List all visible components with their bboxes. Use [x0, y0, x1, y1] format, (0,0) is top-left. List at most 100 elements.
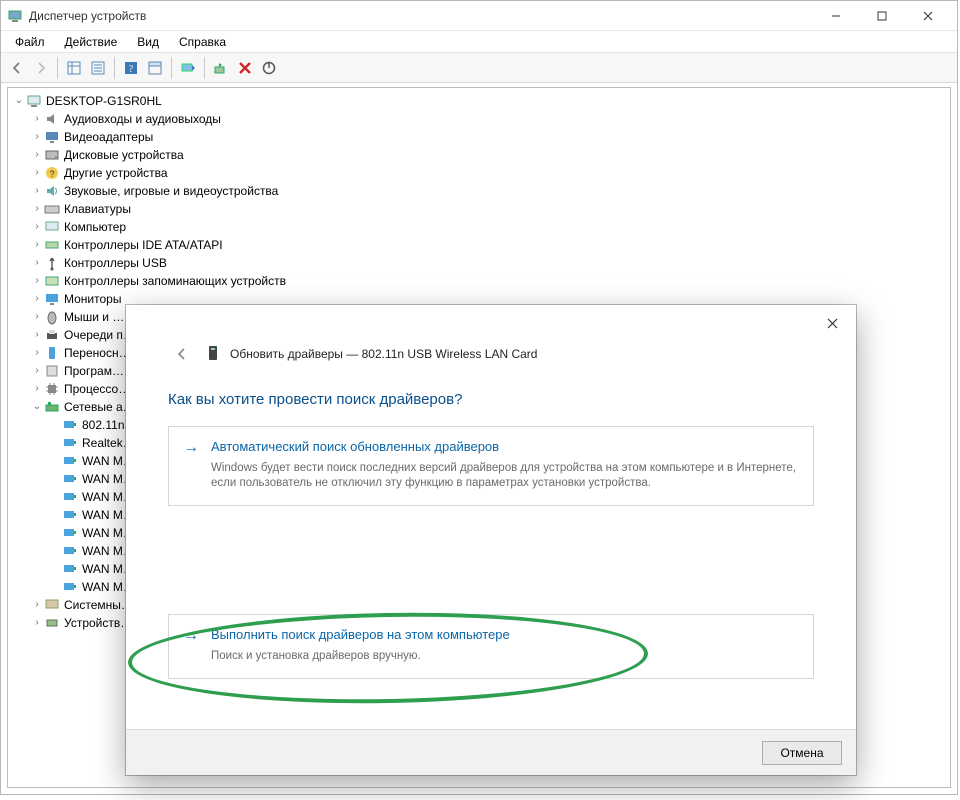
- netadapter-icon: [62, 435, 78, 451]
- netadapter-icon: [62, 489, 78, 505]
- netadapter-icon: [62, 507, 78, 523]
- tool-props-button[interactable]: [143, 56, 167, 80]
- pc-icon: [26, 93, 42, 109]
- tree-item-2[interactable]: › Дисковые устройства: [10, 146, 948, 164]
- node-label: Програм…: [64, 362, 124, 380]
- chevron-icon[interactable]: ›: [30, 308, 44, 326]
- unknown-icon: ?: [44, 165, 60, 181]
- device-icon: [206, 345, 220, 363]
- dialog-close-button[interactable]: [816, 309, 848, 337]
- tool-update-driver-button[interactable]: [209, 56, 233, 80]
- cancel-button[interactable]: Отмена: [762, 741, 842, 765]
- computer-icon: [44, 219, 60, 235]
- storage-icon: [44, 273, 60, 289]
- dialog-title: Обновить драйверы — 802.11n USB Wireless…: [230, 347, 537, 361]
- minimize-button[interactable]: [813, 1, 859, 30]
- chevron-icon[interactable]: ›: [30, 380, 44, 398]
- tree-root[interactable]: ⌄ DESKTOP-G1SR0HL: [10, 92, 948, 110]
- tool-uninstall-button[interactable]: [233, 56, 257, 80]
- svg-text:?: ?: [129, 64, 134, 75]
- titlebar: Диспетчер устройств: [1, 1, 957, 31]
- tree-item-6[interactable]: › Компьютер: [10, 218, 948, 236]
- tree-item-0[interactable]: › Аудиовходы и аудиовыходы: [10, 110, 948, 128]
- node-label: Контроллеры IDE ATA/ATAPI: [64, 236, 223, 254]
- close-button[interactable]: [905, 1, 951, 30]
- usb-icon: [44, 255, 60, 271]
- node-label: Сетевые а…: [64, 398, 135, 416]
- tool-disable-button[interactable]: [257, 56, 281, 80]
- node-label: Очереди п…: [64, 326, 135, 344]
- tree-item-7[interactable]: › Контроллеры IDE ATA/ATAPI: [10, 236, 948, 254]
- chevron-icon[interactable]: ›: [30, 596, 44, 614]
- arrow-right-icon: →: [183, 627, 201, 645]
- menu-help[interactable]: Справка: [171, 33, 234, 51]
- hid-icon: [44, 615, 60, 631]
- dialog-footer: Отмена: [126, 729, 856, 775]
- chevron-icon[interactable]: ›: [30, 254, 44, 272]
- chevron-icon[interactable]: ›: [30, 218, 44, 236]
- update-driver-dialog: Обновить драйверы — 802.11n USB Wireless…: [126, 305, 856, 775]
- cpu-icon: [44, 381, 60, 397]
- netadapter-icon: [62, 417, 78, 433]
- netadapter-icon: [62, 543, 78, 559]
- chevron-icon[interactable]: ›: [30, 236, 44, 254]
- chevron-icon[interactable]: ›: [30, 362, 44, 380]
- tree-item-8[interactable]: › Контроллеры USB: [10, 254, 948, 272]
- tool-details-button[interactable]: [62, 56, 86, 80]
- chevron-icon[interactable]: ›: [30, 164, 44, 182]
- tree-item-1[interactable]: › Видеоадаптеры: [10, 128, 948, 146]
- mouse-icon: [44, 309, 60, 325]
- tree-item-4[interactable]: › Звуковые, игровые и видеоустройства: [10, 182, 948, 200]
- chevron-icon[interactable]: ›: [30, 326, 44, 344]
- node-label: DESKTOP-G1SR0HL: [46, 92, 162, 110]
- node-label: Контроллеры запоминающих устройств: [64, 272, 286, 290]
- node-label: Устройств…: [64, 614, 132, 632]
- tree-item-3[interactable]: › ? Другие устройства: [10, 164, 948, 182]
- node-label: Переносн…: [64, 344, 131, 362]
- tool-list-button[interactable]: [86, 56, 110, 80]
- chevron-icon[interactable]: ›: [30, 290, 44, 308]
- tree-item-5[interactable]: › Клавиатуры: [10, 200, 948, 218]
- option-manual-title: Выполнить поиск драйверов на этом компью…: [211, 627, 510, 642]
- node-label: Аудиовходы и аудиовыходы: [64, 110, 221, 128]
- monitor-icon: [44, 291, 60, 307]
- node-label: Процессо…: [64, 380, 130, 398]
- chevron-icon[interactable]: ›: [30, 182, 44, 200]
- nav-back-button[interactable]: [5, 56, 29, 80]
- chevron-icon[interactable]: ›: [30, 128, 44, 146]
- chevron-icon[interactable]: ›: [30, 200, 44, 218]
- dialog-question: Как вы хотите провести поиск драйверов?: [168, 391, 814, 408]
- node-label: Мониторы: [64, 290, 121, 308]
- node-label: Системны…: [64, 596, 133, 614]
- chevron-icon[interactable]: ›: [30, 614, 44, 632]
- sound-icon: [44, 183, 60, 199]
- arrow-right-icon: →: [183, 439, 201, 457]
- tree-item-9[interactable]: › Контроллеры запоминающих устройств: [10, 272, 948, 290]
- node-label: Мыши и …: [64, 308, 124, 326]
- node-label: Контроллеры USB: [64, 254, 167, 272]
- tool-help-button[interactable]: ?: [119, 56, 143, 80]
- chevron-icon[interactable]: ›: [30, 146, 44, 164]
- menubar: Файл Действие Вид Справка: [1, 31, 957, 53]
- tool-scan-button[interactable]: [176, 56, 200, 80]
- chevron-icon[interactable]: ⌄: [12, 92, 26, 110]
- option-manual-search[interactable]: → Выполнить поиск драйверов на этом комп…: [168, 614, 814, 679]
- netadapter-icon: [62, 525, 78, 541]
- option-auto-search[interactable]: → Автоматический поиск обновленных драйв…: [168, 426, 814, 506]
- disk-icon: [44, 147, 60, 163]
- menu-view[interactable]: Вид: [129, 33, 167, 51]
- portable-icon: [44, 345, 60, 361]
- chevron-icon[interactable]: ›: [30, 272, 44, 290]
- netadapter-icon: [62, 561, 78, 577]
- maximize-button[interactable]: [859, 1, 905, 30]
- dialog-back-button[interactable]: [168, 347, 196, 361]
- nav-forward-button[interactable]: [29, 56, 53, 80]
- chevron-icon[interactable]: ›: [30, 110, 44, 128]
- soft-icon: [44, 363, 60, 379]
- chevron-icon[interactable]: ⌄: [30, 398, 44, 416]
- ide-icon: [44, 237, 60, 253]
- keyboard-icon: [44, 201, 60, 217]
- menu-action[interactable]: Действие: [57, 33, 126, 51]
- chevron-icon[interactable]: ›: [30, 344, 44, 362]
- menu-file[interactable]: Файл: [7, 33, 53, 51]
